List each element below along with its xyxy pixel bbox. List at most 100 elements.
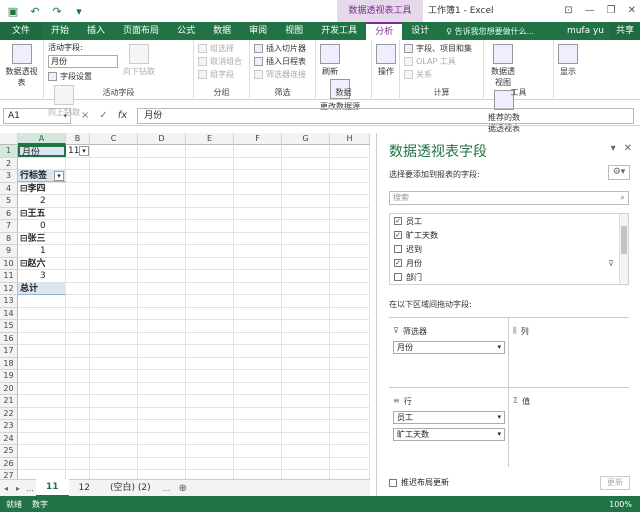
field-item-dept[interactable]: 部门 [390,270,628,284]
active-field-input[interactable]: 月份 [48,55,118,68]
row-header[interactable]: 9 [0,245,18,258]
field-settings-button[interactable]: 字段设置 [48,70,118,83]
restore-icon[interactable]: ❐ [607,0,616,22]
row-header[interactable]: 21 [0,395,18,408]
row-header[interactable]: 10 [0,257,18,270]
drill-down-button[interactable]: 向下钻取 [123,44,155,77]
row-header[interactable]: 22 [0,407,18,420]
checkbox-checked[interactable]: ✓ [394,217,402,225]
pivottable-button[interactable]: 数据透视表 [4,44,39,88]
row-header[interactable]: 11 [0,270,18,283]
sheet-ellipsis[interactable]: ... [24,484,36,493]
tab-insert[interactable]: 插入 [78,22,114,40]
row-header[interactable]: 26 [0,457,18,470]
relationships-button[interactable]: 关系 [404,68,479,81]
tell-me-box[interactable]: ♀ 告诉我您想要做什么... [446,26,534,37]
row-header[interactable]: 19 [0,370,18,383]
column-header[interactable]: G [282,133,330,145]
row-header[interactable]: 15 [0,320,18,333]
tab-review[interactable]: 审阅 [240,22,276,40]
field-item-month[interactable]: ✓ 月份 ⊽ [390,256,628,270]
fields-items-sets-button[interactable]: 字段、项目和集 [404,42,479,55]
column-header[interactable]: E [186,133,234,145]
scroll-first-icon[interactable]: ◂ [0,484,12,493]
row-header[interactable]: 17 [0,345,18,358]
save-icon[interactable]: ▣ [6,5,20,18]
redo-icon[interactable]: ↷ [50,5,64,18]
row-header[interactable]: 3 [0,170,18,183]
group-field-button[interactable]: 组字段 [198,68,245,81]
chevron-down-icon[interactable]: ▾ [611,143,616,154]
row-header[interactable]: 2 [0,157,18,170]
update-button[interactable]: 更新 [600,476,630,490]
tab-analyze[interactable]: 分析 [366,22,403,40]
customize-icon[interactable]: ▾ [72,5,86,18]
defer-checkbox[interactable] [389,478,397,487]
row-header[interactable]: 24 [0,432,18,445]
pivot-row-item[interactable]: 3 [18,270,66,282]
field-item-late[interactable]: 迟到 [390,242,628,256]
rows-field-employee[interactable]: 员工 ▾ [393,411,505,424]
tab-design[interactable]: 设计 [402,22,438,40]
sheet-tab-12[interactable]: 12 [69,480,100,496]
row-header[interactable]: 27 [0,470,18,479]
user-name[interactable]: mufa yu [567,26,610,36]
select-all-corner[interactable] [0,133,18,145]
minimize-icon[interactable]: — [585,0,595,22]
column-header[interactable]: H [330,133,370,145]
checkbox-unchecked[interactable] [394,245,402,253]
insert-slicer-button[interactable]: 插入切片器 [254,42,311,55]
row-header[interactable]: 1 [0,145,18,158]
filter-dropdown-icon[interactable]: ▾ [79,146,89,156]
column-header[interactable]: F [234,133,282,145]
pivot-row-group[interactable]: ⊟赵六 [18,258,66,270]
undo-icon[interactable]: ↶ [28,5,42,18]
grand-total-label[interactable]: 总计 [18,282,66,295]
zoom-level[interactable]: 100% [609,500,640,509]
insert-timeline-button[interactable]: 插入日程表 [254,55,311,68]
field-search-input[interactable]: 搜索 ⌕ [389,191,629,205]
values-area[interactable]: Σ值 [509,387,629,467]
pivot-filter-label[interactable]: 月份 [18,145,66,158]
pivot-row-item[interactable]: 0 [18,220,66,232]
row-header[interactable]: 23 [0,420,18,433]
show-button[interactable]: 显示 [558,44,578,77]
formula-input[interactable]: 月份 [137,107,634,124]
row-header[interactable]: 6 [0,207,18,220]
row-header[interactable]: 18 [0,357,18,370]
share-button[interactable]: 共享 [609,22,640,40]
gear-icon[interactable]: ⚙▾ [608,165,630,180]
field-list-scrollbar[interactable] [619,214,628,284]
sheet-tab-blank-2[interactable]: (空白) (2) [100,480,161,496]
scrollbar-thumb[interactable] [621,226,627,254]
row-header[interactable]: 13 [0,295,18,308]
row-header[interactable]: 8 [0,232,18,245]
refresh-button[interactable]: 刷新 [320,44,340,77]
row-header[interactable]: 12 [0,282,18,295]
cancel-icon[interactable]: × [81,110,89,121]
name-box[interactable]: A1 ▾ [3,107,71,124]
pivot-row-item[interactable]: 1 [18,245,66,257]
filter-connections-button[interactable]: 筛选器连接 [254,68,311,81]
scroll-last-icon[interactable]: ▸ [12,484,24,493]
filters-field-month[interactable]: 月份 ▾ [393,341,505,354]
tab-home[interactable]: 开始 [42,22,78,40]
pivot-row-group[interactable]: ⊟张三 [18,233,66,245]
tab-formulas[interactable]: 公式 [168,22,204,40]
sheet-ellipsis-right[interactable]: ... [161,484,173,493]
pivotchart-button[interactable]: 数据透视图 [488,44,518,88]
column-header[interactable]: A [18,133,66,145]
column-header[interactable]: B [66,133,90,145]
checkbox-checked[interactable]: ✓ [394,231,402,239]
row-header[interactable]: 25 [0,445,18,458]
column-header[interactable]: D [138,133,186,145]
close-icon[interactable]: ✕ [624,143,632,154]
tab-developer[interactable]: 开发工具 [312,22,366,40]
worksheet-grid[interactable]: A B C D E F G H 1 2 3 4 5 6 7 8 9 10 11 12 13 14 15 16 17 18 19 20 2… [0,133,370,479]
row-header[interactable]: 14 [0,307,18,320]
field-item-employee[interactable]: ✓ 员工 [390,214,628,228]
olap-tools-button[interactable]: OLAP 工具 [404,55,479,68]
tab-page-layout[interactable]: 页面布局 [114,22,168,40]
add-sheet-icon[interactable]: ⊕ [179,483,187,494]
row-header[interactable]: 16 [0,332,18,345]
